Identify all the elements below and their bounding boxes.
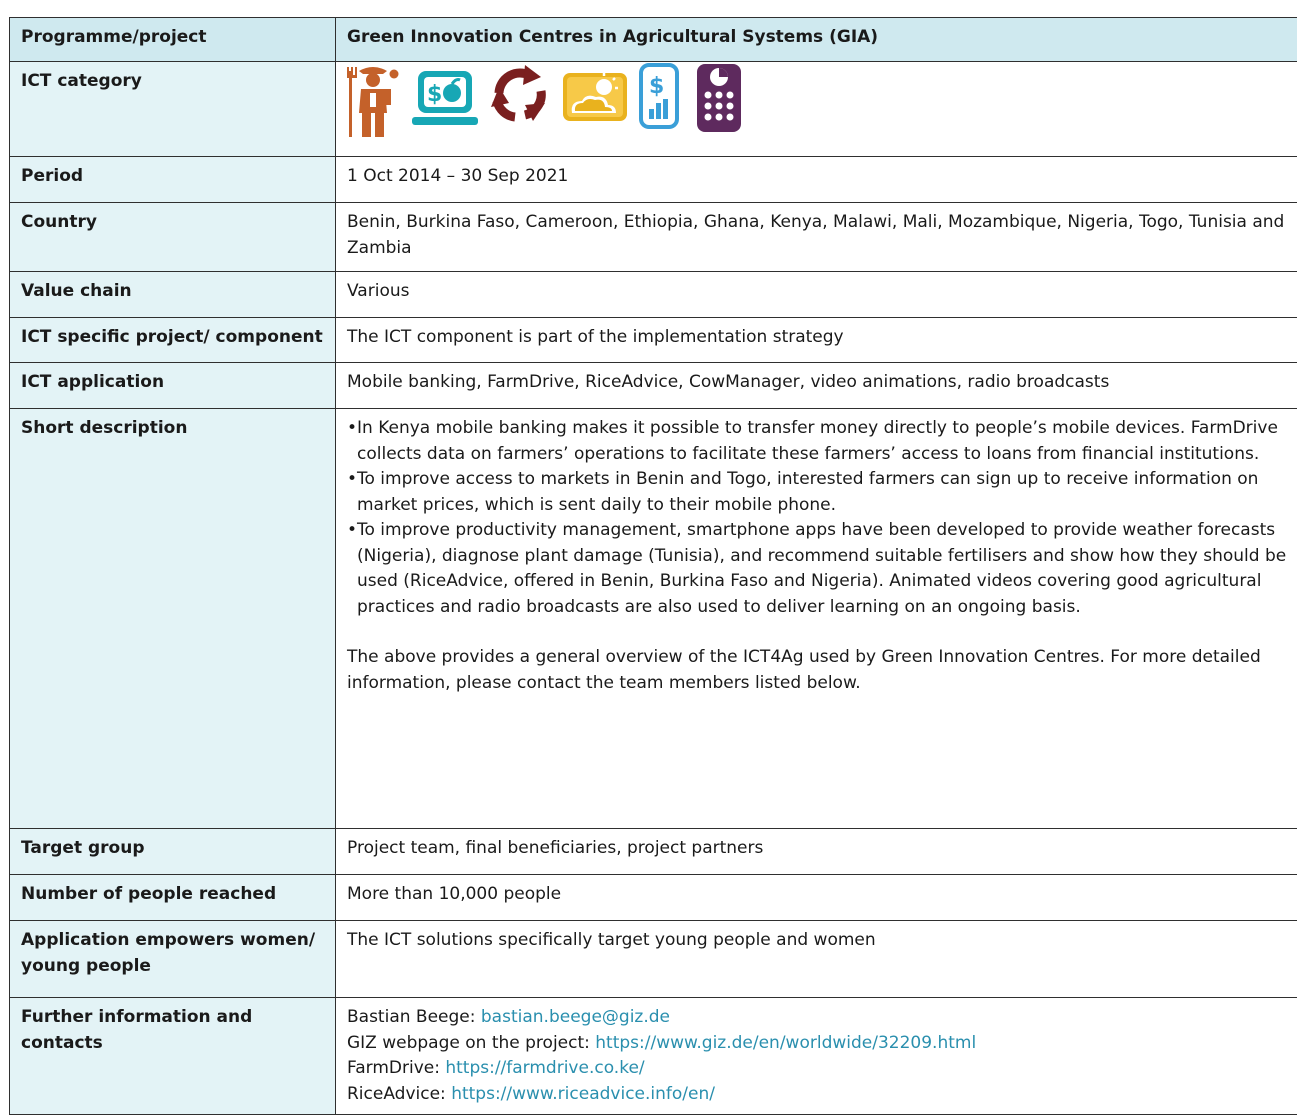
- row-label: Programme/project: [10, 18, 336, 62]
- list-item: • In Kenya mobile banking makes it possi…: [347, 416, 1287, 467]
- table-row: ICT specific project/ component The ICT …: [10, 318, 1297, 363]
- svg-text:$: $: [649, 74, 664, 99]
- weather-icon: [562, 63, 628, 132]
- row-label: Target group: [10, 829, 336, 875]
- row-label: ICT specific project/ component: [10, 318, 336, 363]
- bullet-mark: •: [347, 467, 357, 518]
- row-value: Benin, Burkina Faso, Cameroon, Ethiopia,…: [336, 203, 1297, 272]
- row-value: Various: [336, 272, 1297, 318]
- contact-prefix: GIZ webpage on the project:: [347, 1033, 595, 1053]
- table-row: Short description • In Kenya mobile bank…: [10, 409, 1297, 829]
- table-row: ICT application Mobile banking, FarmDriv…: [10, 363, 1297, 409]
- svg-text:$: $: [427, 82, 442, 107]
- bullet-mark: •: [347, 518, 357, 620]
- bullet-text: To improve access to markets in Benin an…: [357, 467, 1287, 518]
- table-row: Application empowers women/ young people…: [10, 921, 1297, 998]
- table-row: Period 1 Oct 2014 – 30 Sep 2021: [10, 157, 1297, 203]
- bullet-mark: •: [347, 416, 357, 467]
- row-label: Value chain: [10, 272, 336, 318]
- contact-prefix: FarmDrive:: [347, 1058, 445, 1078]
- row-value: More than 10,000 people: [336, 875, 1297, 921]
- mobile-finance-icon: $: [639, 63, 679, 138]
- row-value: The ICT component is part of the impleme…: [336, 318, 1297, 363]
- contact-prefix: RiceAdvice:: [347, 1084, 451, 1104]
- overview-paragraph: The above provides a general overview of…: [347, 645, 1287, 696]
- row-value: Project team, final beneficiaries, proje…: [336, 829, 1297, 875]
- market-price-computer-icon: $: [412, 63, 478, 140]
- row-value: The ICT solutions specifically target yo…: [336, 921, 1297, 998]
- ict-category-icons: $: [336, 62, 1297, 157]
- recycle-arrows-icon: [489, 63, 551, 136]
- table-row: ICT category: [10, 62, 1297, 157]
- project-info-table: Programme/project Green Innovation Centr…: [9, 17, 1297, 1115]
- riceadvice-link[interactable]: https://www.riceadvice.info/en/: [451, 1084, 715, 1104]
- row-label: Application empowers women/ young people: [10, 921, 336, 998]
- row-value: 1 Oct 2014 – 30 Sep 2021: [336, 157, 1297, 203]
- list-item: • To improve productivity management, sm…: [347, 518, 1287, 620]
- row-label: Country: [10, 203, 336, 272]
- giz-webpage-link[interactable]: https://www.giz.de/en/worldwide/32209.ht…: [595, 1033, 976, 1053]
- short-description: • In Kenya mobile banking makes it possi…: [336, 409, 1297, 829]
- table-row: Country Benin, Burkina Faso, Cameroon, E…: [10, 203, 1297, 272]
- contact-line: RiceAdvice: https://www.riceadvice.info/…: [347, 1082, 1287, 1108]
- contact-line: GIZ webpage on the project: https://www.…: [347, 1031, 1287, 1057]
- farmdrive-link[interactable]: https://farmdrive.co.ke/: [445, 1058, 644, 1078]
- farmer-icon: [347, 63, 401, 148]
- row-value: Mobile banking, FarmDrive, RiceAdvice, C…: [336, 363, 1297, 409]
- row-label: ICT application: [10, 363, 336, 409]
- table-row: Target group Project team, final benefic…: [10, 829, 1297, 875]
- programme-title: Green Innovation Centres in Agricultural…: [336, 18, 1297, 62]
- calculator-phone-icon: [696, 63, 742, 142]
- contact-line: FarmDrive: https://farmdrive.co.ke/: [347, 1056, 1287, 1082]
- table-row: Programme/project Green Innovation Centr…: [10, 18, 1297, 62]
- row-label: Short description: [10, 409, 336, 829]
- table-row: Number of people reached More than 10,00…: [10, 875, 1297, 921]
- contact-prefix: Bastian Beege:: [347, 1007, 481, 1027]
- bullet-text: To improve productivity management, smar…: [357, 518, 1287, 620]
- row-label: Number of people reached: [10, 875, 336, 921]
- email-link[interactable]: bastian.beege@giz.de: [481, 1007, 670, 1027]
- table-row: Value chain Various: [10, 272, 1297, 318]
- list-item: • To improve access to markets in Benin …: [347, 467, 1287, 518]
- row-label: Period: [10, 157, 336, 203]
- document-page: Programme/project Green Innovation Centr…: [0, 0, 1297, 1097]
- bullet-text: In Kenya mobile banking makes it possibl…: [357, 416, 1287, 467]
- row-label: ICT category: [10, 62, 336, 157]
- contact-line: Bastian Beege: bastian.beege@giz.de: [347, 1005, 1287, 1031]
